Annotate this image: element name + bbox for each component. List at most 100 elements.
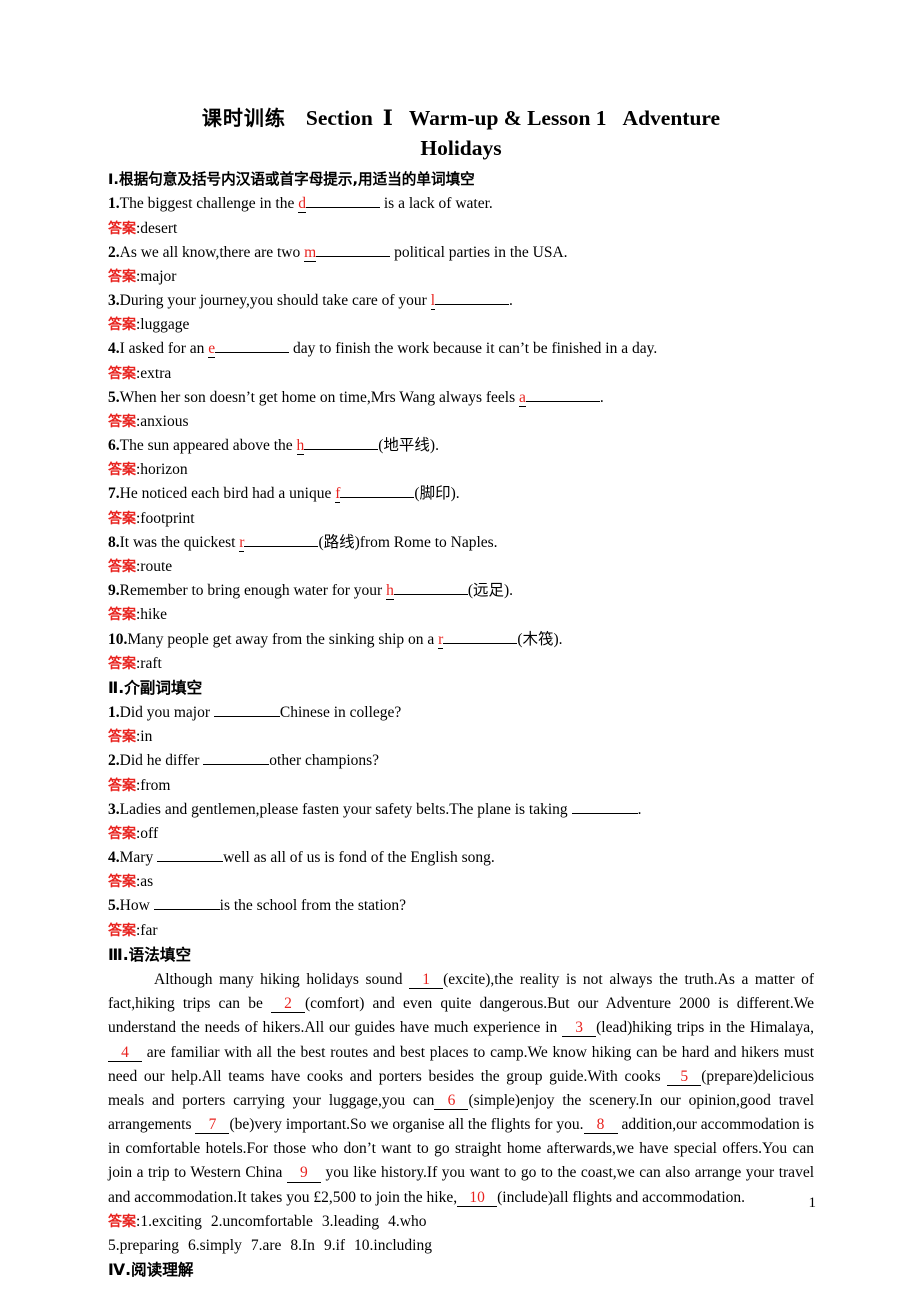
question-line: 3.Ladies and gentlemen,please fasten you… — [108, 800, 642, 818]
section-1-items: 1.The biggest challenge in the d is a la… — [108, 192, 814, 675]
answer-line: 答案:raft — [108, 652, 814, 676]
question-number: 4. — [108, 849, 120, 867]
question-line: 5.How is the school from the station? — [108, 897, 407, 915]
question-line: 4.Mary well as all of us is fond of the … — [108, 849, 495, 867]
answer-item: 3.leading — [321, 1212, 380, 1230]
answer-tag: 答案 — [108, 729, 136, 746]
title-chinese-prefix: 课时训练 — [201, 106, 286, 130]
question-number: 3. — [108, 292, 120, 310]
hint-letter: m — [304, 243, 317, 262]
answer-tag: 答案 — [108, 874, 136, 891]
answer-line: 答案:route — [108, 555, 814, 579]
answer-line: 答案:far — [108, 919, 814, 943]
answer-list-row-1: 1.exciting 2.uncomfortable 3.leading 4.who — [140, 1213, 426, 1230]
fill-blank[interactable] — [304, 449, 379, 451]
worksheet-page: 课时训练 Section Ⅰ Warm-up & Lesson 1 Adventure … — [0, 0, 920, 1302]
hint-letter: l — [430, 292, 436, 311]
hint-letter: a — [519, 388, 526, 407]
answer-item: 2.uncomfortable — [210, 1212, 313, 1230]
page-number: 1 — [808, 1195, 817, 1211]
fill-blank[interactable] — [157, 861, 224, 863]
answer-tag: 答案 — [108, 268, 136, 285]
numbered-blank-2[interactable]: 2 — [270, 995, 305, 1014]
fill-blank[interactable] — [525, 400, 600, 402]
fill-blank[interactable] — [213, 716, 280, 718]
numbered-blank-9[interactable]: 9 — [286, 1164, 321, 1183]
answer-tag: 答案 — [108, 510, 136, 527]
fill-blank[interactable] — [153, 909, 220, 911]
answer-tag: 答案 — [108, 559, 136, 575]
section-heading-4: Ⅳ.阅读理解 — [108, 1258, 814, 1283]
numbered-blank-6[interactable]: 6 — [434, 1092, 469, 1110]
question-number: 7. — [108, 485, 120, 503]
question-number: 3. — [108, 800, 120, 818]
fill-blank[interactable] — [443, 642, 518, 644]
answer-text: :as — [136, 873, 154, 891]
question-line: 1.The biggest challenge in the d is a la… — [108, 195, 493, 214]
question-number: 1. — [108, 704, 120, 722]
page-content: 课时训练 Section Ⅰ Warm-up & Lesson 1 Adventure … — [108, 104, 814, 1283]
answer-tag: 答案 — [108, 655, 136, 672]
numbered-blank-8[interactable]: 8 — [583, 1116, 618, 1135]
question-line: 1.Did you major Chinese in college? — [108, 704, 402, 722]
answer-line: 答案:major — [108, 265, 814, 289]
question-number: 5. — [108, 388, 120, 406]
answer-list-row-2: 5.preparing 6.simply 7.are 8.In 9.if 10.inclu… — [108, 1237, 432, 1254]
title-sub: Adventure — [622, 106, 721, 130]
answer-item: 6.simply — [188, 1236, 242, 1254]
numbered-blank-10[interactable]: 10 — [457, 1189, 498, 1207]
answer-text: :hike — [136, 606, 167, 624]
fill-blank[interactable] — [340, 497, 415, 499]
answer-line: 答案:anxious — [108, 410, 814, 434]
question-number: 5. — [108, 897, 120, 915]
fill-blank[interactable] — [435, 304, 510, 306]
title-section-number: Ⅰ — [382, 106, 393, 130]
answer-line: 答案:footprint — [108, 507, 814, 531]
question-line: 2.Did he differ other champions? — [108, 752, 380, 770]
question-line: 10.Many people get away from the sinking… — [108, 630, 563, 649]
answer-item: 4.who — [388, 1212, 427, 1230]
section-heading-4-text: Ⅳ.阅读理解 — [108, 1261, 194, 1280]
fill-blank[interactable] — [571, 812, 638, 814]
question-line: 3.During your journey,you should take ca… — [108, 292, 513, 311]
question-number: 6. — [108, 437, 120, 455]
hint-letter: d — [298, 195, 306, 214]
fill-blank[interactable] — [316, 255, 391, 257]
fill-blank[interactable] — [203, 764, 270, 766]
numbered-blank-7[interactable]: 7 — [195, 1116, 230, 1135]
section-2-items: 1.Did you major Chinese in college? 答案:in… — [108, 701, 814, 943]
answer-tag: 答案 — [108, 220, 136, 237]
answer-line: 答案:hike — [108, 603, 814, 627]
answer-tag: 答案 — [108, 825, 136, 842]
numbered-blank-1[interactable]: 1 — [409, 971, 444, 990]
hint-letter: e — [208, 340, 216, 359]
answer-tag: 答案 — [108, 365, 136, 382]
numbered-blank-3[interactable]: 3 — [562, 1019, 597, 1038]
fill-blank[interactable] — [306, 207, 380, 209]
fill-blank[interactable] — [393, 594, 468, 596]
answer-text: :desert — [136, 219, 178, 237]
numbered-blank-5[interactable]: 5 — [667, 1068, 702, 1086]
section-heading-2: Ⅱ.介副词填空 — [108, 676, 814, 701]
answer-tag: 答案 — [108, 317, 136, 334]
answer-item: 10.including — [354, 1236, 432, 1254]
numbered-blank-4[interactable]: 4 — [108, 1044, 142, 1062]
answer-line: 答案:luggage — [108, 313, 814, 337]
section-heading-1-text: Ⅰ.根据句意及括号内汉语或首字母提示,用适当的单词填空 — [108, 171, 475, 189]
question-line: 4.I asked for an e day to finish the wor… — [108, 340, 658, 359]
answer-text: :raft — [136, 654, 162, 672]
fill-blank[interactable] — [244, 545, 319, 547]
answer-text: :anxious — [136, 412, 189, 430]
section-3-answers-row-1: 答案:1.exciting 2.uncomfortable 3.leading 4.w… — [108, 1212, 427, 1230]
section-heading-3: Ⅲ.语法填空 — [108, 943, 814, 968]
answer-text: :in — [136, 728, 153, 746]
answer-line: 答案:horizon — [108, 458, 814, 482]
answer-item: 7.are — [250, 1236, 282, 1254]
question-line: 7.He noticed each bird had a unique f (脚印… — [108, 485, 460, 504]
fill-blank[interactable] — [215, 352, 290, 354]
question-number: 8. — [108, 533, 120, 551]
answer-text: :horizon — [136, 461, 188, 479]
hint-letter: r — [438, 630, 444, 649]
question-number: 4. — [108, 340, 120, 358]
question-line: 6.The sun appeared above the h (地平线). — [108, 437, 439, 456]
